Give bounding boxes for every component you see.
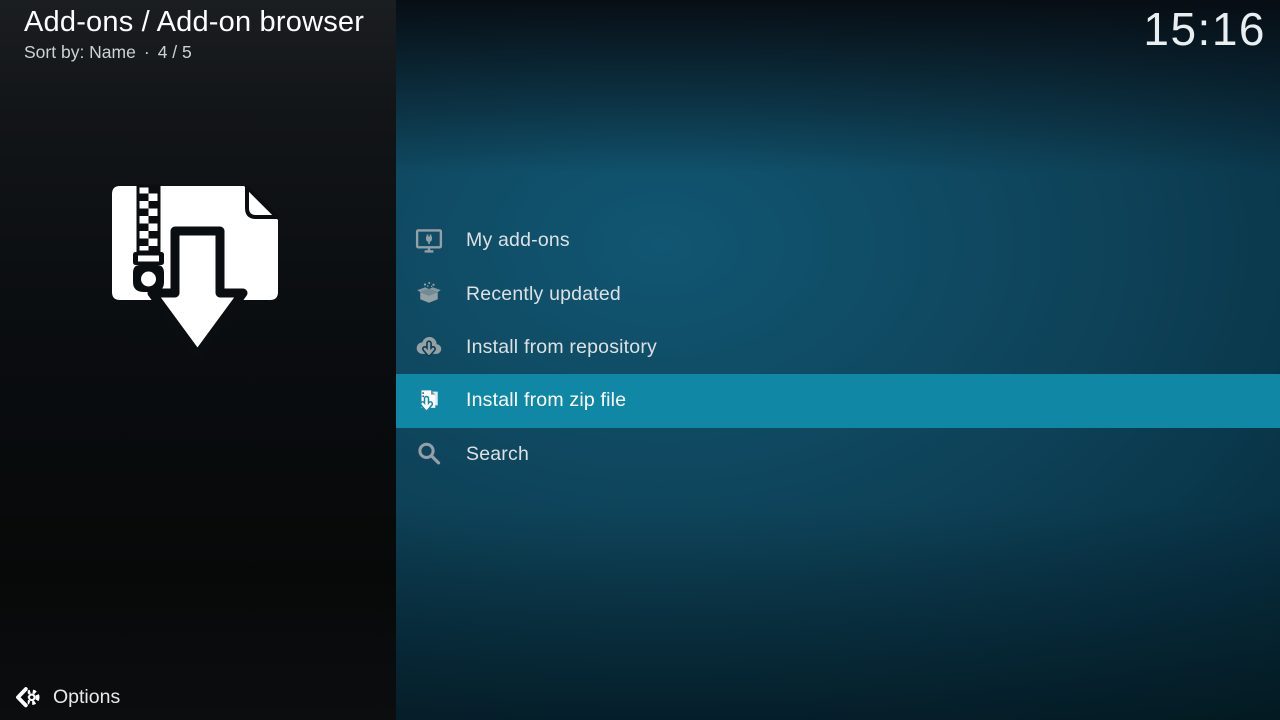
clock: 15:16	[1143, 3, 1266, 55]
header: Add-ons / Add-on browser Sort by: Name · 4…	[24, 6, 364, 63]
menu-item-label: Search	[466, 442, 529, 465]
page-title: Add-ons / Add-on browser	[24, 6, 365, 38]
separator-dot: ·	[143, 42, 150, 62]
sort-by-label: Sort by: Name	[24, 42, 136, 62]
addon-browser-menu: My add-ons Recently updated Install from r…	[396, 214, 1280, 481]
search-icon	[412, 438, 446, 470]
menu-item-search[interactable]: Search	[396, 428, 1280, 481]
monitor-addon-icon	[412, 225, 446, 257]
sort-status: Sort by: Name · 4 / 5	[24, 42, 364, 63]
cloud-download-icon	[412, 331, 446, 363]
menu-item-label: Install from zip file	[466, 389, 627, 412]
open-box-icon	[412, 278, 446, 310]
menu-item-label: My add-ons	[466, 229, 570, 252]
menu-item-recently-updated[interactable]: Recently updated	[396, 267, 1280, 320]
zip-file-download-icon	[104, 176, 294, 366]
menu-item-my-add-ons[interactable]: My add-ons	[396, 214, 1280, 267]
menu-item-label: Recently updated	[466, 282, 621, 305]
zip-download-icon	[412, 385, 446, 417]
menu-item-install-from-repository[interactable]: Install from repository	[396, 321, 1280, 374]
options-button[interactable]: Options	[14, 684, 120, 711]
kodi-addon-browser-screen: Add-ons / Add-on browser Sort by: Name · 4…	[0, 0, 1280, 720]
menu-item-install-from-zip-file[interactable]: Install from zip file	[396, 374, 1280, 428]
item-position: 4 / 5	[157, 42, 192, 62]
menu-item-label: Install from repository	[466, 335, 657, 358]
options-label: Options	[53, 686, 121, 708]
options-gear-icon	[14, 684, 41, 711]
